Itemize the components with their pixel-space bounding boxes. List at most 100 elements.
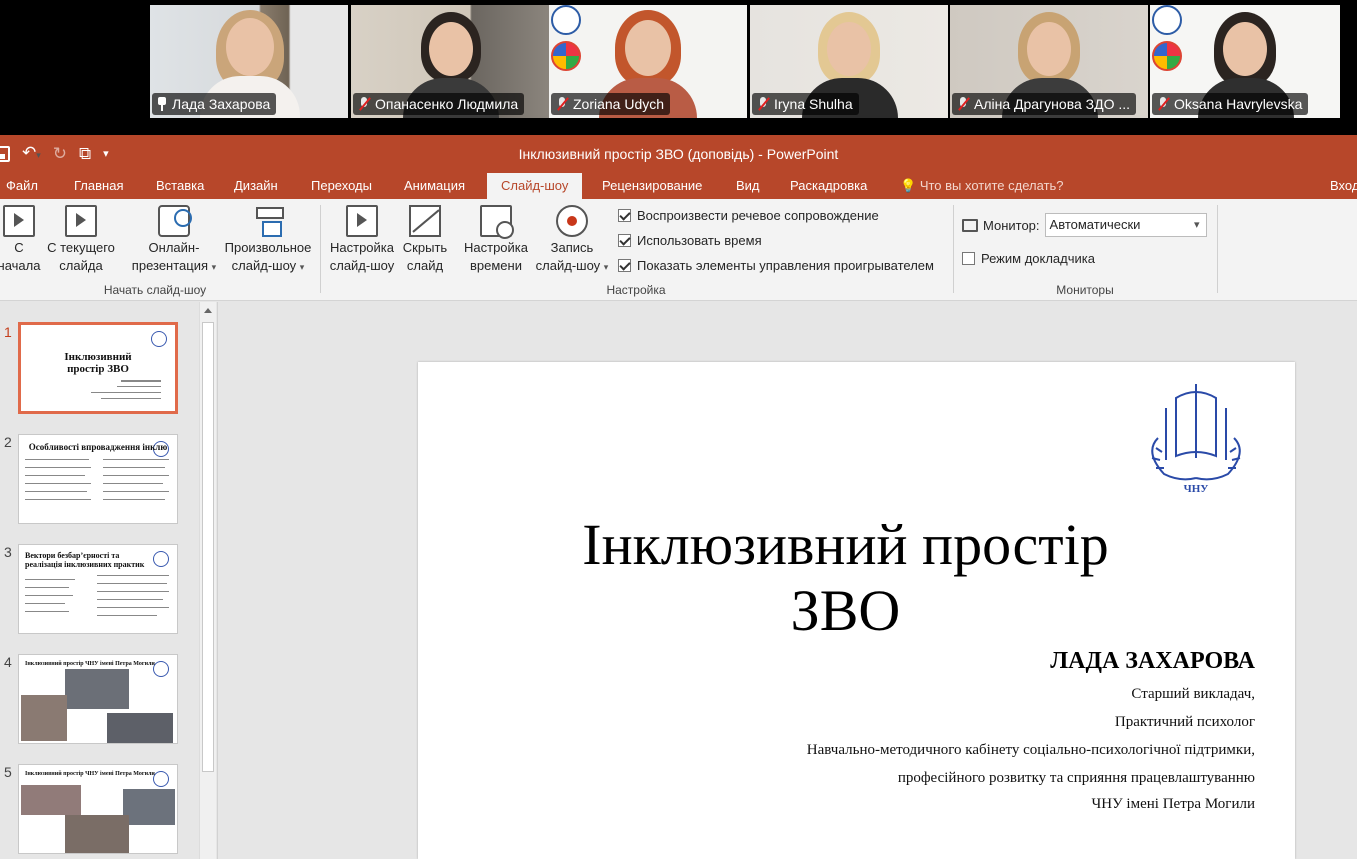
custom-slideshow-button[interactable]: Произвольное слайд-шоу ▾ [222, 205, 314, 276]
hide-slide-icon [409, 205, 441, 237]
sign-in-link[interactable]: Вход [1316, 173, 1357, 199]
mic-muted-icon [956, 96, 970, 112]
participant-name-tag: Iryna Shulha [752, 93, 859, 115]
from-beginning-button[interactable]: С начала [0, 205, 42, 275]
thumbnail-title: Інклюзивний простір ЗВО [64, 351, 132, 375]
button-label: Скрыть [402, 240, 448, 255]
participant-name: Опанасенко Людмила [375, 96, 519, 112]
window-title: Інклюзивний простір ЗВО (доповідь) - Pow… [518, 146, 839, 162]
slide-thumbnail-3[interactable]: Вектори безбар’єрності та реалізація інк… [18, 544, 178, 634]
screen: Лада Захарова Опанасенко Людмила Zoriana… [0, 0, 1357, 859]
university-logo-icon: ЧНУ [1151, 384, 1241, 495]
lightbulb-icon: 💡 [900, 178, 917, 193]
tab-animations[interactable]: Анимация [390, 173, 479, 199]
university-logos [1152, 5, 1186, 71]
video-tile-6[interactable]: Oksana Havrylevska [1150, 5, 1340, 118]
slide-title-line: ЗВО [790, 578, 901, 643]
photo-thumbnail [65, 815, 129, 853]
tab-view[interactable]: Вид [722, 173, 774, 199]
button-label: Онлайн- [148, 240, 200, 255]
checkbox-checked-icon [618, 209, 631, 222]
button-label: времени [470, 258, 522, 273]
video-tile-5[interactable]: Аліна Драгунова ЗДО ... [950, 5, 1148, 118]
scroll-up-icon[interactable] [204, 308, 212, 313]
tab-review[interactable]: Рецензирование [588, 173, 716, 199]
present-online-button[interactable]: Онлайн- презентация ▾ [128, 205, 220, 276]
slide-thumbnail-panel: 1 Інклюзивний простір ЗВО 2 Особливості … [0, 302, 218, 859]
photo-thumbnail [21, 785, 81, 815]
participant-name: Лада Захарова [172, 96, 271, 112]
photo-thumbnail [65, 669, 129, 709]
thumbnail-title: Вектори безбар’єрності та реалізація інк… [25, 551, 145, 569]
rehearse-timings-button[interactable]: Настройка времени [460, 205, 532, 275]
photo-thumbnail [107, 713, 173, 743]
show-media-controls-checkbox[interactable]: Показать элементы управления проигрывате… [618, 258, 934, 273]
slide-thumbnail-1[interactable]: Інклюзивний простір ЗВО [18, 322, 178, 414]
pin-icon [156, 97, 168, 111]
tab-insert[interactable]: Вставка [142, 173, 218, 199]
checkbox-checked-icon [618, 259, 631, 272]
participant-name: Zoriana Udych [573, 96, 665, 112]
tab-design[interactable]: Дизайн [220, 173, 292, 199]
photo-thumbnail [123, 789, 175, 825]
author-department-cont: професійного розвитку та сприяння працев… [897, 770, 1255, 786]
play-screen-icon [3, 205, 35, 237]
scrollbar-thumb[interactable] [202, 322, 214, 772]
mic-muted-icon [555, 96, 569, 112]
university-logos [551, 5, 585, 71]
logo-icon [551, 41, 581, 71]
tab-home[interactable]: Главная [60, 173, 137, 199]
use-timings-checkbox[interactable]: Использовать время [618, 233, 762, 248]
slide-thumbnail-5[interactable]: Інклюзивний простір ЧНУ імені Петра Моги… [18, 764, 178, 854]
video-tile-3[interactable]: Zoriana Udych [549, 5, 747, 118]
slide-number: 1 [4, 324, 12, 340]
participant-name-tag: Oksana Havrylevska [1152, 93, 1309, 115]
monitor-label: Монитор: [983, 217, 1040, 233]
from-current-slide-button[interactable]: С текущего слайда [44, 205, 118, 275]
setup-slideshow-button[interactable]: Настройка слайд-шоу [327, 205, 397, 275]
author-department: Навчально-методичного кабінету соціально… [806, 742, 1255, 758]
tell-me-search[interactable]: 💡 Что вы хотите сделать? [886, 173, 1078, 199]
button-label: презентация [131, 258, 209, 273]
button-label: слайд-шоу [329, 258, 395, 273]
tab-transitions[interactable]: Переходы [297, 173, 386, 199]
button-label: С [14, 240, 24, 255]
video-tile-2[interactable]: Опанасенко Людмила [351, 5, 549, 118]
slide-number: 3 [4, 544, 12, 560]
tab-slideshow[interactable]: Слайд-шоу [487, 173, 583, 199]
slide-thumbnail-2[interactable]: Особливості впровадження інклю [18, 434, 178, 524]
button-label: Произвольное [224, 240, 312, 255]
button-label: слайда [59, 258, 103, 273]
play-narrations-checkbox[interactable]: Воспроизвести речевое сопровождение [618, 208, 879, 223]
hide-slide-button[interactable]: Скрыть слайд [400, 205, 450, 275]
author-name: ЛАДА ЗАХАРОВА [1050, 648, 1255, 674]
button-label: Настройка [330, 240, 394, 255]
video-tile-1[interactable]: Лада Захарова [150, 5, 348, 118]
group-label-setup: Настройка [606, 283, 666, 297]
tab-storyboard[interactable]: Раскадровка [776, 173, 881, 199]
video-tile-4[interactable]: Iryna Shulha [750, 5, 948, 118]
participant-name-tag: Лада Захарова [152, 93, 277, 115]
thumbnail-scrollbar[interactable] [199, 302, 216, 859]
monitor-select[interactable]: Автоматически [1044, 213, 1207, 237]
tab-file[interactable]: Файл [0, 173, 52, 199]
slide-thumbnail-4[interactable]: Інклюзивний простір ЧНУ імені Петра Моги… [18, 654, 178, 744]
checkbox-label: Режим докладчика [981, 251, 1095, 266]
slide-number: 2 [4, 434, 12, 450]
video-gallery-strip: Лада Захарова Опанасенко Людмила Zoriana… [0, 0, 1357, 135]
checkbox-label: Воспроизвести речевое сопровождение [637, 208, 879, 223]
mic-muted-icon [357, 96, 371, 112]
custom-show-icon [252, 205, 284, 237]
participant-name: Iryna Shulha [774, 96, 853, 112]
thumbnail-title: Інклюзивний простір ЧНУ імені Петра Моги… [25, 661, 155, 667]
slide-number: 5 [4, 764, 12, 780]
author-position: Старший викладач, [1131, 686, 1255, 702]
participant-name: Oksana Havrylevska [1174, 96, 1303, 112]
record-slideshow-button[interactable]: Запись слайд-шоу ▾ [532, 205, 612, 276]
thumbnail-title: Інклюзивний простір ЧНУ імені Петра Моги… [25, 771, 155, 777]
presenter-view-checkbox[interactable]: Режим докладчика [962, 251, 1095, 266]
participant-name: Аліна Драгунова ЗДО ... [974, 96, 1131, 112]
button-label: слайд-шоу [231, 258, 297, 273]
button-label: Запись [550, 240, 594, 255]
current-slide[interactable]: ЧНУ Інклюзивний простір ЗВО ЛАДА ЗАХАРОВ… [418, 362, 1295, 859]
